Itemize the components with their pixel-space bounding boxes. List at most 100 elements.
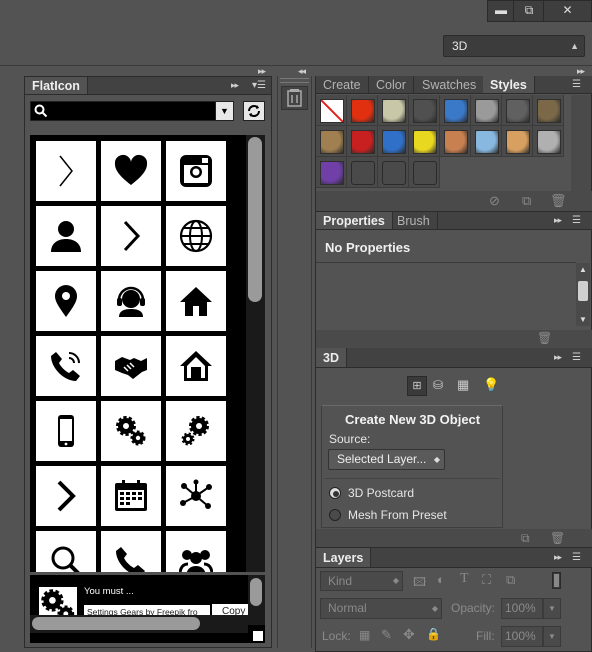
scene-filter-button[interactable]: ⊞ (407, 376, 427, 396)
expand-icon[interactable]: ▸▸ (554, 215, 562, 226)
icon-cell[interactable] (101, 141, 161, 201)
type-filter-icon[interactable]: T (460, 571, 469, 587)
icon-cell[interactable] (36, 141, 96, 201)
opacity-dropdown-button[interactable]: ▼ (543, 598, 561, 619)
tab-properties[interactable]: Properties (316, 212, 393, 229)
fill-dropdown-button[interactable]: ▼ (543, 626, 561, 647)
lock-all-icon[interactable]: 🔒 (426, 627, 441, 641)
smart-object-filter-icon[interactable]: ⧉ (506, 572, 515, 588)
search-dropdown-button[interactable]: ▼ (215, 101, 234, 121)
style-swatch[interactable] (409, 126, 440, 157)
scrollbar-thumb[interactable] (32, 617, 200, 630)
radio-3d-postcard[interactable] (329, 487, 341, 499)
icon-cell[interactable] (36, 466, 96, 526)
style-swatch[interactable] (533, 126, 564, 157)
restore-button[interactable]: ⧉ (513, 0, 545, 22)
workspace-select[interactable]: 3D ▲ (443, 35, 585, 57)
new-object-icon[interactable]: ⧉ (521, 531, 530, 546)
icon-cell[interactable] (166, 271, 226, 331)
style-swatch[interactable] (347, 126, 378, 157)
search-field[interactable] (30, 101, 234, 121)
icon-cell[interactable] (166, 531, 226, 572)
filter-toggle[interactable] (552, 572, 561, 589)
style-swatch[interactable] (316, 126, 347, 157)
clear-style-icon[interactable]: ⊘ (489, 193, 500, 209)
panel-menu-icon[interactable]: ☰ (572, 552, 581, 563)
style-swatch[interactable] (409, 157, 440, 188)
icon-cell[interactable] (101, 466, 161, 526)
icon-cell[interactable] (101, 531, 161, 572)
expand-icon[interactable]: ▸▸ (231, 80, 239, 91)
icon-cell[interactable] (36, 531, 96, 572)
tab-3d[interactable]: 3D (316, 348, 347, 367)
icon-cell[interactable] (166, 141, 226, 201)
opacity-field[interactable]: 100% (501, 598, 543, 619)
expand-icon[interactable]: ▸▸ (554, 552, 562, 563)
icon-cell[interactable] (166, 206, 226, 266)
icon-cell[interactable] (101, 271, 161, 331)
light-filter-icon[interactable]: 💡 (483, 377, 499, 393)
mesh-filter-icon[interactable]: ⛁ (433, 378, 443, 392)
icon-cell[interactable] (166, 336, 226, 396)
panel-menu-icon[interactable]: ☰ (572, 215, 581, 226)
kind-filter-select[interactable]: Kind ◆ (320, 571, 403, 591)
icon-cell[interactable] (101, 336, 161, 396)
icon-cell[interactable] (36, 336, 96, 396)
properties-scrollbar[interactable]: ▲ ▼ (576, 263, 590, 326)
tab-layers[interactable]: Layers (316, 548, 372, 567)
fill-field[interactable]: 100% (501, 626, 543, 647)
style-swatch[interactable] (502, 95, 533, 126)
new-style-icon[interactable]: ⧉ (522, 193, 531, 209)
icon-cell[interactable] (36, 271, 96, 331)
style-swatch[interactable] (316, 157, 347, 188)
style-swatch[interactable] (502, 126, 533, 157)
lock-position-icon[interactable]: ✥ (403, 626, 415, 643)
style-swatch[interactable] (440, 95, 471, 126)
tab-color[interactable]: Color (369, 76, 414, 93)
option-3d-postcard-label[interactable]: 3D Postcard (348, 486, 414, 500)
icon-cell[interactable] (166, 466, 226, 526)
icon-cell[interactable] (36, 401, 96, 461)
panel-menu-icon[interactable]: ☰ (572, 352, 581, 363)
scrollbar-thumb[interactable] (248, 137, 262, 302)
style-swatch[interactable] (378, 157, 409, 188)
style-swatch[interactable] (409, 95, 440, 126)
tab-create[interactable]: Create (316, 76, 369, 93)
style-swatch[interactable] (347, 95, 378, 126)
minimize-button[interactable]: ▬ (487, 0, 515, 22)
trash-icon[interactable]: 🗑 (550, 193, 567, 209)
scrollbar-thumb[interactable] (578, 281, 588, 301)
style-swatch[interactable] (378, 95, 409, 126)
resize-grip-icon[interactable] (248, 625, 265, 643)
style-swatch[interactable] (378, 126, 409, 157)
adjustment-filter-icon[interactable]: ◐ (437, 572, 445, 587)
trash-icon[interactable]: 🗑 (550, 531, 565, 545)
icon-cell[interactable] (101, 206, 161, 266)
source-select[interactable]: Selected Layer... ◆ (328, 449, 445, 470)
expand-icon[interactable]: ▸▸ (554, 352, 562, 363)
close-button[interactable]: ✕ (543, 0, 592, 22)
icon-cell[interactable] (36, 206, 96, 266)
style-swatch[interactable] (316, 95, 347, 126)
tab-swatches[interactable]: Swatches (415, 76, 485, 93)
material-filter-icon[interactable]: ▦ (457, 377, 469, 393)
tab-styles[interactable]: Styles (483, 76, 535, 93)
lock-transparency-icon[interactable]: ▦ (359, 628, 370, 642)
attribution-scrollbar[interactable] (248, 575, 265, 625)
tab-brush[interactable]: Brush (390, 212, 438, 229)
style-swatch[interactable] (440, 126, 471, 157)
panel-menu-icon[interactable]: ▾☰ (252, 80, 266, 91)
blend-mode-select[interactable]: Normal ◆ (320, 598, 442, 619)
scroll-up-icon[interactable]: ▲ (579, 265, 587, 274)
icon-cell[interactable] (166, 401, 226, 461)
horizontal-scrollbar[interactable] (30, 615, 250, 633)
style-swatch[interactable] (471, 95, 502, 126)
icon-cell[interactable] (101, 401, 161, 461)
shape-filter-icon[interactable]: ⛶ (482, 572, 491, 588)
dock-grip[interactable] (280, 78, 309, 83)
style-swatch[interactable] (471, 126, 502, 157)
trash-icon[interactable]: 🗑 (537, 331, 552, 345)
pixel-filter-icon[interactable]: 🖾 (413, 573, 426, 594)
style-swatch[interactable] (533, 95, 564, 126)
scrollbar-thumb[interactable] (250, 578, 262, 606)
